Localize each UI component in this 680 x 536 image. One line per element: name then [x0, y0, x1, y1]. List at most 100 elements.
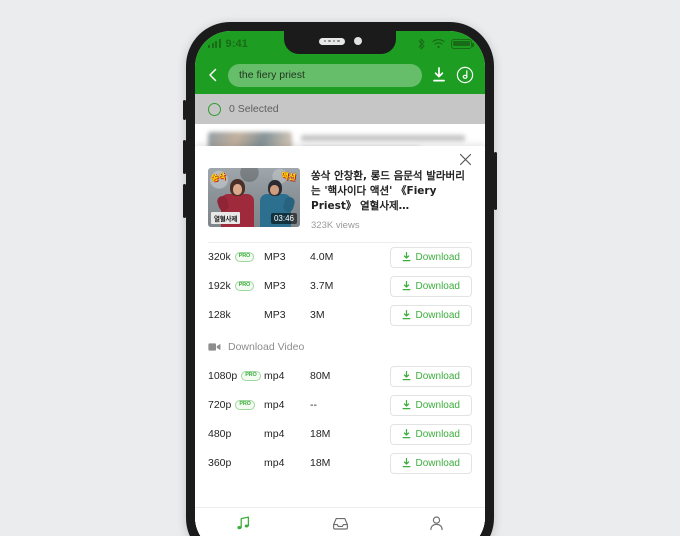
- download-icon: [402, 400, 410, 410]
- audio-format-list: 320k PRO MP3 4.0M Download 192k PRO MP3 3.7M Down…: [208, 243, 472, 330]
- video-section-label: Download Video: [228, 340, 305, 353]
- format-size-label: 3.7M: [310, 280, 334, 293]
- format-size-label: --: [310, 399, 317, 412]
- video-info: 쏭삭 액션 열혈사제 03:46 쏭삭 안창환, 롱드 음문석 발라버리는 '핵…: [208, 168, 472, 242]
- download-button-label: Download: [415, 309, 460, 321]
- format-quality-label: 320k: [208, 251, 231, 264]
- battery-icon: [451, 38, 474, 49]
- search-input[interactable]: the fiery priest: [228, 63, 422, 87]
- pro-badge: PRO: [234, 252, 255, 262]
- format-quality-cell: 360p: [208, 457, 264, 469]
- volume-up-button[interactable]: [183, 140, 186, 174]
- format-type-label: mp4: [264, 457, 285, 470]
- search-input-value: the fiery priest: [239, 69, 305, 81]
- format-type-label: mp4: [264, 428, 285, 441]
- volume-down-button[interactable]: [183, 184, 186, 218]
- download-button[interactable]: Download: [389, 394, 472, 416]
- format-type-label: mp4: [264, 370, 285, 383]
- format-type-label: MP3: [264, 309, 286, 322]
- format-quality-cell: 720p PRO: [208, 399, 264, 411]
- audio-format-row: 128k MP3 3M Download: [208, 301, 472, 330]
- format-quality-label: 360p: [208, 457, 232, 470]
- download-button[interactable]: Download: [389, 452, 472, 474]
- download-icon[interactable]: [430, 66, 448, 84]
- format-quality-label: 192k: [208, 280, 231, 293]
- signal-icon: [208, 39, 221, 48]
- phone-device: 9:41 the fiery priest 0 Selected 쏭삭 액션 열…: [183, 22, 497, 536]
- phone-screen: 9:41 the fiery priest 0 Selected 쏭삭 액션 열…: [195, 31, 485, 536]
- tab-me[interactable]: Me: [388, 508, 485, 536]
- silent-switch-button[interactable]: [183, 100, 186, 120]
- person-icon: [430, 516, 443, 531]
- download-button[interactable]: Download: [389, 275, 472, 297]
- format-size-label: 18M: [310, 457, 331, 470]
- format-quality-cell: 320k PRO: [208, 251, 264, 263]
- search-header: the fiery priest: [195, 56, 485, 94]
- format-type-label: mp4: [264, 399, 285, 412]
- stage: 9:41 the fiery priest 0 Selected 쏭삭 액션 열…: [0, 0, 680, 536]
- format-type-label: MP3: [264, 280, 286, 293]
- download-button-label: Download: [415, 280, 460, 292]
- download-icon: [402, 371, 410, 381]
- tab-library[interactable]: Library: [292, 508, 389, 536]
- video-format-row: 480p mp4 18M Download: [208, 420, 472, 449]
- download-icon: [402, 310, 410, 320]
- download-icon: [402, 458, 410, 468]
- download-button-label: Download: [415, 428, 460, 440]
- format-quality-cell: 480p: [208, 428, 264, 440]
- circle-unchecked-icon[interactable]: [208, 102, 221, 116]
- download-icon: [402, 429, 410, 439]
- video-format-row: 360p mp4 18M Download: [208, 449, 472, 478]
- format-quality-label: 128k: [208, 309, 231, 322]
- format-quality-cell: 128k: [208, 309, 264, 321]
- download-button-label: Download: [415, 399, 460, 411]
- video-format-row: 1080p PRO mp4 80M Download: [208, 362, 472, 391]
- download-icon: [402, 252, 410, 262]
- tab-home[interactable]: Home: [195, 508, 292, 536]
- sheet-content: 쏭삭 액션 열혈사제 03:46 쏭삭 안창환, 롱드 음문석 발라버리는 '핵…: [195, 146, 485, 507]
- selection-bar: 0 Selected: [195, 94, 485, 124]
- music-notes-icon: [237, 516, 249, 530]
- format-quality-label: 720p: [208, 399, 232, 412]
- status-bar-left: 9:41: [208, 38, 248, 50]
- pro-badge: PRO: [241, 371, 261, 381]
- download-icon: [402, 281, 410, 291]
- format-size-label: 3M: [310, 309, 325, 322]
- download-button-label: Download: [415, 457, 460, 469]
- download-button[interactable]: Download: [389, 365, 472, 387]
- format-quality-label: 1080p: [208, 370, 238, 383]
- thumbnail-person-left-face: [233, 184, 242, 195]
- sheet-close-row: [208, 146, 472, 168]
- video-camera-icon: [208, 343, 221, 351]
- pro-badge: PRO: [234, 281, 255, 291]
- video-format-list: 1080p PRO mp4 80M Download 720p PRO mp4 -- Downlo…: [208, 362, 472, 478]
- device-notch: [284, 31, 396, 54]
- power-button[interactable]: [494, 152, 497, 210]
- selection-count-label: 0 Selected: [229, 103, 279, 115]
- close-icon[interactable]: [459, 153, 472, 166]
- chevron-left-icon[interactable]: [206, 68, 220, 82]
- status-bar-clock: 9:41: [225, 37, 248, 50]
- video-duration-badge: 03:46: [270, 213, 297, 224]
- download-button-label: Download: [415, 251, 460, 263]
- video-format-row: 720p PRO mp4 -- Download: [208, 391, 472, 420]
- video-view-count: 323K views: [311, 219, 360, 231]
- thumbnail-person-right-face: [270, 185, 279, 195]
- download-options-sheet: 쏭삭 액션 열혈사제 03:46 쏭삭 안창환, 롱드 음문석 발라버리는 '핵…: [195, 146, 485, 536]
- audio-format-row: 192k PRO MP3 3.7M Download: [208, 272, 472, 301]
- format-size-label: 80M: [310, 370, 331, 383]
- bottom-tab-bar: HomeLibraryMe: [195, 507, 485, 536]
- earpiece-speaker-icon: [318, 37, 345, 45]
- status-bar-right: [417, 37, 474, 50]
- music-note-circle-icon[interactable]: [456, 66, 474, 84]
- inbox-icon: [332, 518, 348, 530]
- format-type-label: MP3: [264, 251, 286, 264]
- wifi-icon: [432, 39, 445, 49]
- bluetooth-icon: [418, 37, 425, 50]
- format-size-label: 18M: [310, 428, 331, 441]
- video-title: 쏭삭 안창환, 롱드 음문석 발라버리는 '핵사이다 액션' 《Fiery Pr…: [311, 170, 465, 213]
- download-button[interactable]: Download: [389, 423, 472, 445]
- download-button[interactable]: Download: [389, 246, 472, 268]
- front-camera-icon: [353, 37, 362, 45]
- download-button[interactable]: Download: [389, 304, 472, 326]
